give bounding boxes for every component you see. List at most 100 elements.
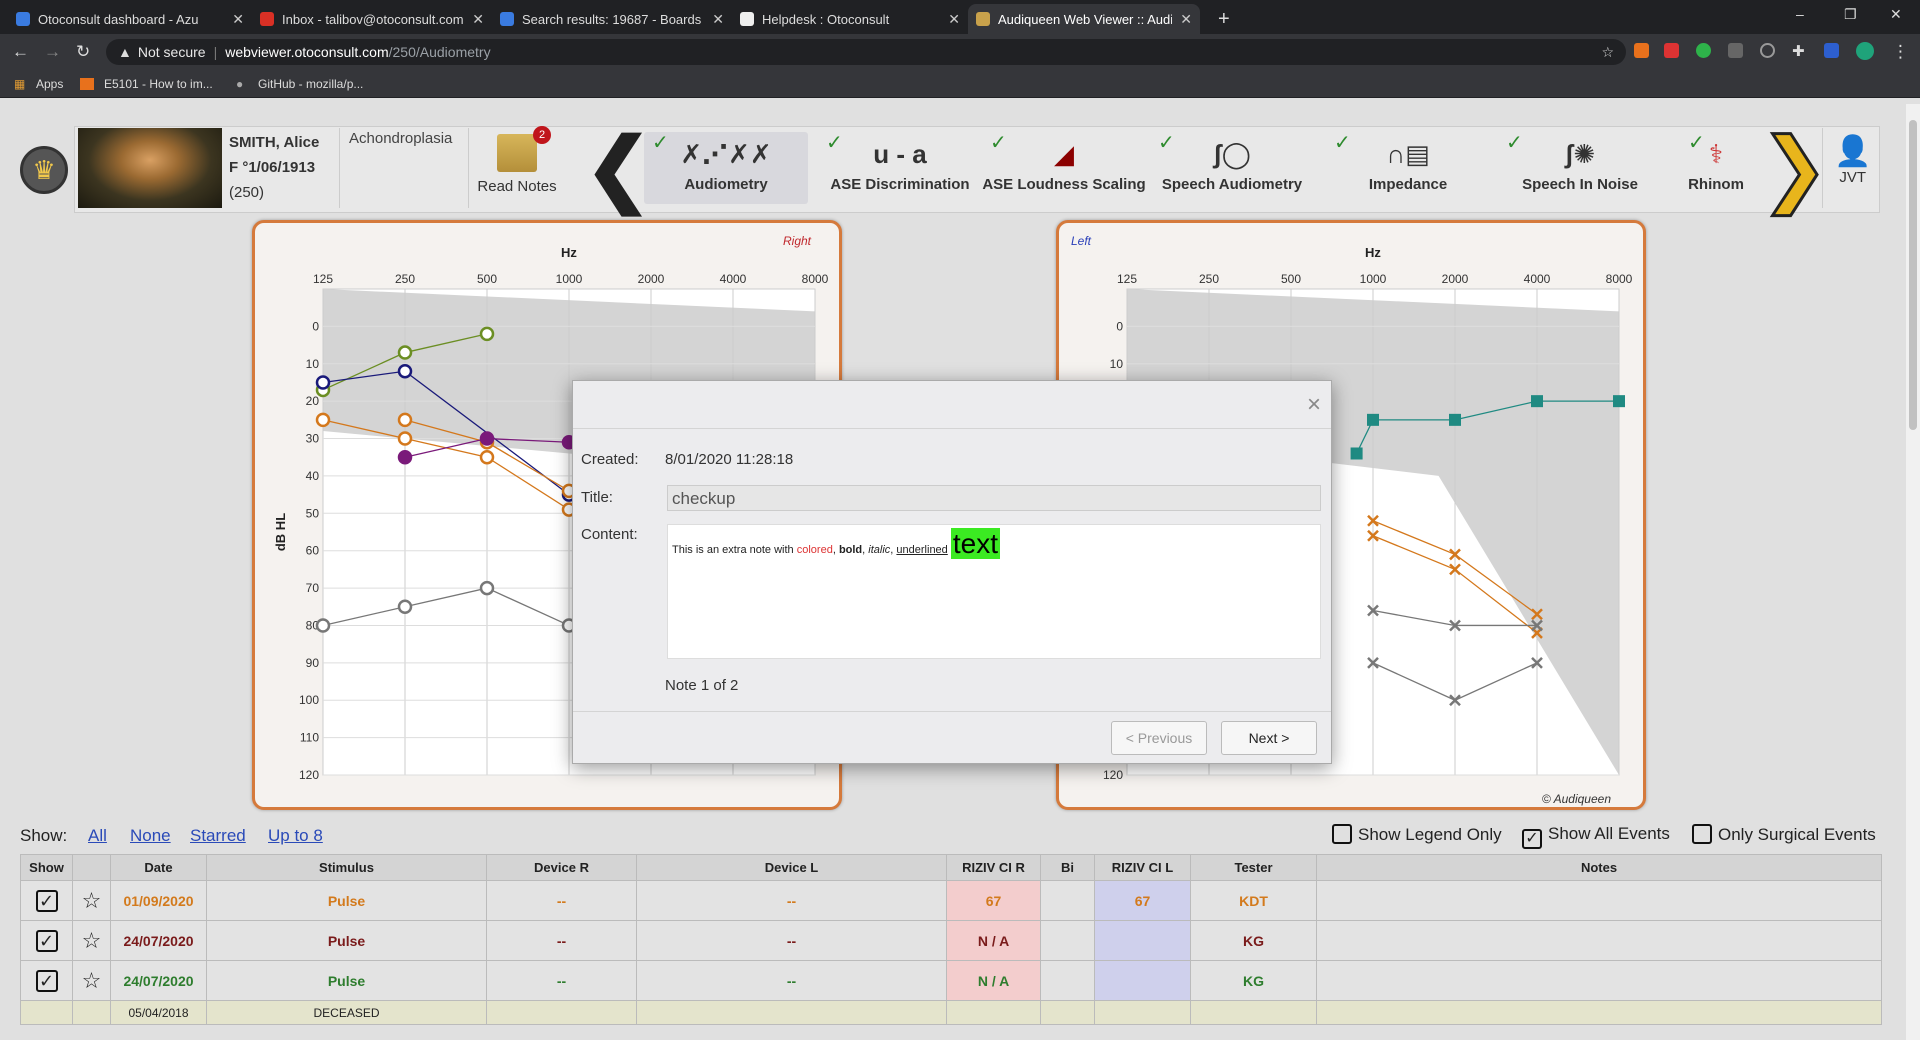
address-input[interactable]: ▲ Not secure | webviewer.otoconsult.com /… bbox=[106, 39, 1626, 65]
y-tick-label: 0 bbox=[312, 319, 319, 333]
back-icon[interactable]: ← bbox=[12, 42, 29, 62]
note-title-field[interactable]: checkup bbox=[667, 485, 1321, 511]
show-label: Show: bbox=[20, 826, 68, 845]
tab-inbox[interactable]: Inbox - talibov@otoconsult.com ✕ bbox=[252, 4, 492, 34]
profile-avatar[interactable] bbox=[1856, 42, 1874, 60]
data-point bbox=[1367, 413, 1379, 426]
previous-module-arrow-icon[interactable]: ❮ bbox=[583, 127, 654, 211]
show-up-to-8-link[interactable]: Up to 8 bbox=[268, 826, 323, 846]
data-point bbox=[397, 412, 413, 428]
read-notes-button[interactable]: 2 Read Notes bbox=[476, 126, 558, 195]
table-row[interactable]: ✓ ☆ 01/09/2020 Pulse -- -- 67 67 KDT bbox=[20, 880, 1882, 921]
y-tick-label: 10 bbox=[1110, 357, 1124, 371]
chart-title: Left bbox=[1071, 234, 1092, 248]
data-point bbox=[397, 449, 413, 465]
row-show-checkbox[interactable]: ✓ bbox=[35, 929, 58, 952]
forward-icon[interactable]: → bbox=[44, 42, 61, 62]
close-tab-icon[interactable]: ✕ bbox=[232, 11, 244, 28]
menu-icon[interactable]: ⋮ bbox=[1892, 42, 1909, 62]
data-point bbox=[1350, 447, 1363, 460]
close-dialog-icon[interactable]: × bbox=[1307, 391, 1321, 419]
show-all-events-checkbox[interactable]: ✓ Show All Events bbox=[1522, 824, 1670, 849]
content-label: Content: bbox=[581, 526, 638, 543]
tab-helpdesk[interactable]: Helpdesk : Otoconsult ✕ bbox=[732, 4, 968, 34]
close-tab-icon[interactable]: ✕ bbox=[1180, 11, 1192, 28]
star-icon[interactable]: ☆ bbox=[82, 888, 102, 913]
notepad-icon: 2 bbox=[497, 126, 551, 172]
extension-icon[interactable] bbox=[1728, 43, 1743, 58]
tool-impedance[interactable]: ✓ ∩▤ Impedance bbox=[1326, 132, 1490, 204]
tool-speech-audiometry[interactable]: ✓ ʃ◯ Speech Audiometry bbox=[1150, 132, 1314, 204]
extension-icon[interactable] bbox=[1760, 43, 1775, 58]
restore-button[interactable]: ❐ bbox=[1844, 6, 1857, 23]
table-row[interactable]: ✓ ☆ 24/07/2020 Pulse -- -- N / A KG bbox=[20, 960, 1882, 1001]
next-note-button[interactable]: Next > bbox=[1221, 721, 1317, 755]
patient-id: (250) bbox=[229, 184, 265, 201]
puzzle-icon[interactable]: ✚ bbox=[1792, 42, 1805, 60]
table-row[interactable]: ✓ ☆ 24/07/2020 Pulse -- -- N / A KG bbox=[20, 920, 1882, 961]
star-icon[interactable]: ☆ bbox=[82, 928, 102, 953]
created-label: Created: bbox=[581, 451, 639, 468]
data-point bbox=[315, 375, 331, 390]
show-all-link[interactable]: All bbox=[88, 826, 107, 846]
close-tab-icon[interactable]: ✕ bbox=[948, 11, 960, 28]
x-tick-label: 1000 bbox=[556, 272, 583, 286]
tab-search-results[interactable]: Search results: 19687 - Boards ✕ bbox=[492, 4, 732, 34]
x-tick-label: 8000 bbox=[1606, 272, 1633, 286]
minimize-button[interactable]: – bbox=[1796, 6, 1804, 22]
crown-logo-icon[interactable]: ♛ bbox=[20, 146, 68, 194]
data-point bbox=[479, 326, 495, 342]
next-module-arrow-icon[interactable]: ❯ bbox=[1759, 126, 1831, 211]
x-tick-label: 8000 bbox=[802, 272, 829, 286]
tool-ase-discrimination[interactable]: ✓ u - a ASE Discrimination bbox=[818, 132, 982, 204]
data-point bbox=[1531, 395, 1543, 408]
table-row-deceased: 05/04/2018 DECEASED bbox=[20, 1000, 1882, 1025]
bookmark-apps[interactable]: Apps bbox=[36, 77, 63, 91]
data-point bbox=[479, 449, 495, 465]
close-window-button[interactable]: ✕ bbox=[1890, 6, 1902, 23]
star-bookmark-icon[interactable]: ☆ bbox=[1601, 44, 1614, 61]
bookmark-e5101[interactable]: E5101 - How to im... bbox=[104, 77, 213, 91]
y-tick-label: 100 bbox=[299, 693, 319, 707]
tool-speech-in-noise[interactable]: ✓ ʃ✺ Speech In Noise bbox=[1498, 132, 1662, 204]
page-scrollbar[interactable] bbox=[1906, 104, 1920, 1040]
helpdesk-icon bbox=[740, 12, 754, 26]
extension-icon[interactable] bbox=[1696, 43, 1711, 58]
bookmark-github[interactable]: GitHub - mozilla/p... bbox=[258, 77, 363, 91]
x-axis-label: Hz bbox=[1365, 245, 1381, 260]
tab-audiqueen[interactable]: Audiqueen Web Viewer :: Audion ✕ bbox=[968, 4, 1200, 34]
data-point bbox=[397, 363, 413, 379]
x-axis-label: Hz bbox=[561, 245, 577, 260]
reload-icon[interactable]: ↻ bbox=[76, 42, 90, 62]
row-show-checkbox[interactable]: ✓ bbox=[35, 889, 58, 912]
tool-ase-loudness-scaling[interactable]: ✓ ◢ ASE Loudness Scaling bbox=[982, 132, 1146, 204]
notes-count-badge: 2 bbox=[533, 126, 551, 144]
y-axis-label: dB HL bbox=[273, 513, 288, 551]
check-icon: ✓ bbox=[1522, 829, 1542, 849]
row-show-checkbox[interactable]: ✓ bbox=[35, 969, 58, 992]
check-icon: ✓ bbox=[1688, 132, 1705, 154]
scrollbar-thumb[interactable] bbox=[1909, 120, 1917, 430]
github-icon: ● bbox=[236, 77, 244, 91]
show-none-link[interactable]: None bbox=[130, 826, 171, 846]
new-tab-button[interactable]: + bbox=[1210, 4, 1240, 34]
tool-audiometry[interactable]: ✓ ✗⋰✗✗ Audiometry bbox=[644, 132, 808, 204]
previous-note-button[interactable]: < Previous bbox=[1111, 721, 1207, 755]
extension-icon[interactable] bbox=[1634, 43, 1649, 58]
x-tick-label: 1000 bbox=[1360, 272, 1387, 286]
show-starred-link[interactable]: Starred bbox=[190, 826, 246, 846]
close-tab-icon[interactable]: ✕ bbox=[712, 11, 724, 28]
y-tick-label: 90 bbox=[306, 656, 320, 670]
tab-otoconsult-dashboard[interactable]: Otoconsult dashboard - Azu ✕ bbox=[8, 4, 252, 34]
note-content-field[interactable]: This is an extra note with colored, bold… bbox=[667, 524, 1321, 659]
data-point bbox=[1449, 413, 1461, 426]
table-header: Show Date Stimulus Device R Device L RIZIV … bbox=[20, 854, 1882, 881]
tool-rhinom[interactable]: ✓ ⚕ Rhinom bbox=[1680, 132, 1752, 204]
only-surgical-events-checkbox[interactable]: Only Surgical Events bbox=[1692, 824, 1876, 845]
cast-icon[interactable] bbox=[1824, 43, 1839, 58]
star-icon[interactable]: ☆ bbox=[82, 968, 102, 993]
show-legend-only-checkbox[interactable]: Show Legend Only bbox=[1332, 824, 1502, 845]
user-button[interactable]: 👤 JVT bbox=[1834, 134, 1871, 186]
close-tab-icon[interactable]: ✕ bbox=[472, 11, 484, 28]
extension-icon[interactable] bbox=[1664, 43, 1679, 58]
